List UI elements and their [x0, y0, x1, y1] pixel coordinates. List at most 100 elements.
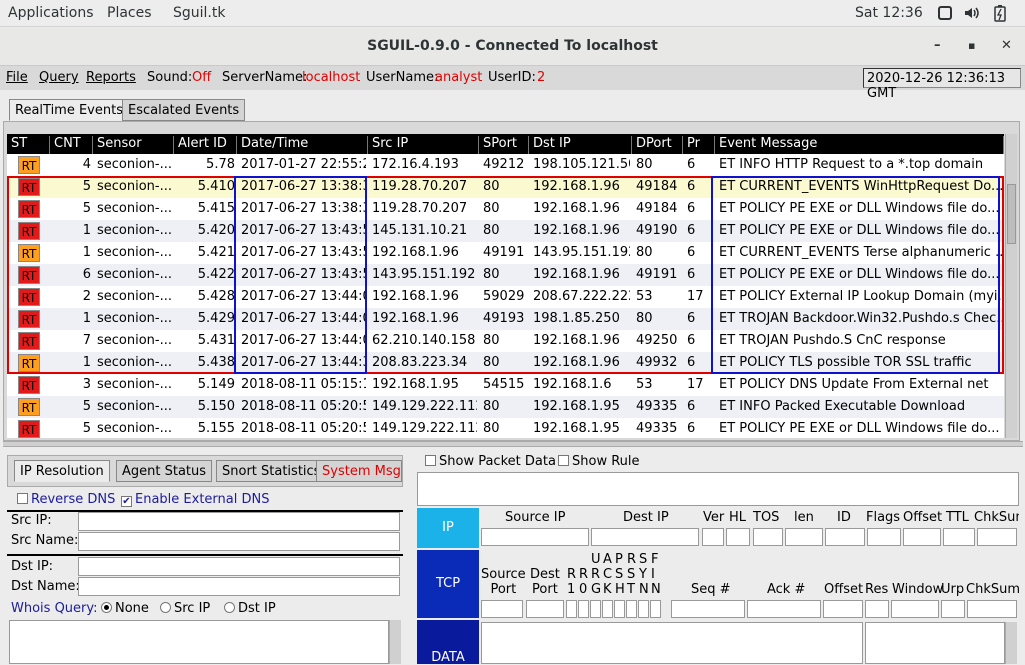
ip-tos-field[interactable] — [753, 528, 783, 546]
tcp-dstport-field[interactable] — [526, 600, 564, 618]
close-button[interactable]: ✕ — [1001, 38, 1012, 53]
ip-id-field[interactable] — [825, 528, 865, 546]
data-ascii-area[interactable] — [865, 622, 1005, 664]
tab-realtime-events[interactable]: RealTime Events — [9, 99, 129, 121]
tcp-flag-field[interactable] — [614, 600, 625, 618]
events-table[interactable]: ST CNT Sensor Alert ID Date/Time Src IP SPort D… — [7, 134, 1004, 438]
status-badge[interactable]: RT — [18, 156, 40, 174]
ip-len-field[interactable] — [785, 528, 823, 546]
events-scrollbar-thumb[interactable] — [1007, 184, 1016, 244]
tcp-flag-field[interactable] — [590, 600, 601, 618]
tcp-flag-field[interactable] — [638, 600, 649, 618]
data-scrollbar[interactable] — [1005, 622, 1017, 664]
external-dns-checkbox[interactable]: ✔ — [121, 496, 132, 507]
whois-src-radio[interactable] — [160, 602, 171, 613]
pane-splitter[interactable] — [3, 441, 1023, 447]
status-badge[interactable]: RT — [18, 420, 40, 438]
whois-result-area[interactable] — [9, 620, 389, 664]
status-badge[interactable]: RT — [18, 376, 40, 394]
table-row[interactable]: RT 5 seconion-... 5.150 2018-08-11 05:20:59 1… — [7, 396, 1004, 418]
reports-menu[interactable]: Reports — [86, 70, 136, 85]
external-dns-option[interactable]: ✔ Enable External DNS — [121, 492, 269, 507]
tcp-srcport-field[interactable] — [481, 600, 523, 618]
tcp-flag-field[interactable] — [650, 600, 661, 618]
tcp-urp-field[interactable] — [941, 600, 965, 618]
ip-ttl-field[interactable] — [943, 528, 975, 546]
display-icon[interactable] — [937, 5, 953, 25]
tcp-flag-field[interactable] — [566, 600, 577, 618]
column-header[interactable]: Sensor — [93, 136, 174, 154]
minimize-button[interactable]: – — [934, 38, 941, 53]
column-header[interactable]: Event Message — [715, 136, 1004, 154]
column-header[interactable]: SPort — [479, 136, 529, 154]
query-menu[interactable]: Query — [39, 70, 79, 85]
show-packet-checkbox[interactable] — [425, 455, 436, 466]
whois-src-option[interactable]: Src IP — [160, 601, 210, 616]
whois-dst-option[interactable]: Dst IP — [224, 601, 276, 616]
active-app-menu[interactable]: Sguil.tk — [173, 5, 225, 21]
column-header[interactable]: Alert ID — [174, 136, 237, 154]
status-badge[interactable]: RT — [18, 398, 40, 416]
column-header[interactable]: CNT — [50, 136, 93, 154]
tcp-seq-field[interactable] — [671, 600, 745, 618]
src-name-field[interactable] — [78, 532, 400, 551]
cell-pr: 6 — [687, 421, 696, 436]
tab-agent-status[interactable]: Agent Status — [116, 460, 213, 482]
tcp-res-field[interactable] — [865, 600, 889, 618]
column-header[interactable]: ST — [7, 136, 50, 154]
show-packet-option[interactable]: Show Packet Data — [425, 454, 556, 469]
whois-none-radio[interactable] — [101, 602, 112, 613]
column-header[interactable]: Src IP — [368, 136, 479, 154]
tcp-flag-field[interactable] — [602, 600, 613, 618]
column-header[interactable]: Pr — [683, 136, 715, 154]
reverse-dns-checkbox[interactable] — [17, 493, 28, 504]
show-rule-checkbox[interactable] — [558, 455, 569, 466]
column-header[interactable]: Dst IP — [529, 136, 632, 154]
src-ip-field[interactable] — [78, 512, 400, 531]
dst-ip-field[interactable] — [78, 557, 400, 576]
whois-dst-radio[interactable] — [224, 602, 235, 613]
tab-snort-statistics[interactable]: Snort Statistics — [216, 460, 327, 482]
applications-menu[interactable]: Applications — [8, 5, 94, 21]
column-header[interactable]: DPort — [632, 136, 683, 154]
table-row[interactable]: RT 3 seconion-... 5.149 2018-08-11 05:15:17 1… — [7, 374, 1004, 396]
cell-msg: ET POLICY PE EXE or DLL Windows file do.… — [719, 421, 1000, 436]
tcp-chksum-field[interactable] — [967, 600, 1017, 618]
ip-offset-field[interactable] — [903, 528, 941, 546]
tcp-window-field[interactable] — [891, 600, 939, 618]
whois-scrollbar[interactable] — [389, 620, 401, 664]
file-menu[interactable]: File — [6, 70, 28, 85]
table-row[interactable]: RT 4 seconion-... 5.78 2017-01-27 22:55:28 17… — [7, 154, 1004, 176]
system-clock[interactable]: Sat 12:36 — [855, 5, 923, 21]
src-ip-label: Src IP: — [11, 513, 52, 528]
whois-none-option[interactable]: None — [101, 601, 149, 616]
tcp-offset-field[interactable] — [823, 600, 863, 618]
table-row[interactable]: RT 5 seconion-... 5.155 2018-08-11 05:20:59 1… — [7, 418, 1004, 438]
tcp-ack-field[interactable] — [747, 600, 821, 618]
tcp-flag-label: R 1 — [567, 567, 577, 597]
tab-escalated-events[interactable]: Escalated Events — [122, 99, 246, 121]
ip-ver-field[interactable] — [702, 528, 724, 546]
cell-cnt: 5 — [82, 399, 91, 414]
volume-icon[interactable] — [963, 5, 981, 25]
places-menu[interactable]: Places — [107, 5, 152, 21]
data-hex-area[interactable] — [481, 622, 863, 664]
column-header[interactable]: Date/Time — [237, 136, 368, 154]
tcp-flag-field[interactable] — [626, 600, 637, 618]
show-rule-option[interactable]: Show Rule — [558, 454, 640, 469]
tab-system-msg[interactable]: System Msg — [316, 460, 402, 482]
ip-flags-field[interactable] — [867, 528, 901, 546]
events-scrollbar[interactable] — [1005, 134, 1017, 438]
dst-name-field[interactable] — [78, 577, 400, 596]
battery-icon[interactable] — [993, 5, 1007, 26]
tab-ip-resolution[interactable]: IP Resolution — [14, 460, 110, 482]
ip-chksum-field[interactable] — [977, 528, 1017, 546]
rule-display-area[interactable] — [417, 472, 1019, 506]
reverse-dns-option[interactable]: Reverse DNS — [17, 492, 115, 507]
ip-dst-field[interactable] — [591, 528, 699, 546]
maximize-button[interactable]: ▪ — [968, 39, 975, 52]
ip-hl-field[interactable] — [726, 528, 750, 546]
ip-ttl-label: TTL — [946, 510, 969, 525]
tcp-flag-field[interactable] — [578, 600, 589, 618]
ip-src-field[interactable] — [481, 528, 589, 546]
